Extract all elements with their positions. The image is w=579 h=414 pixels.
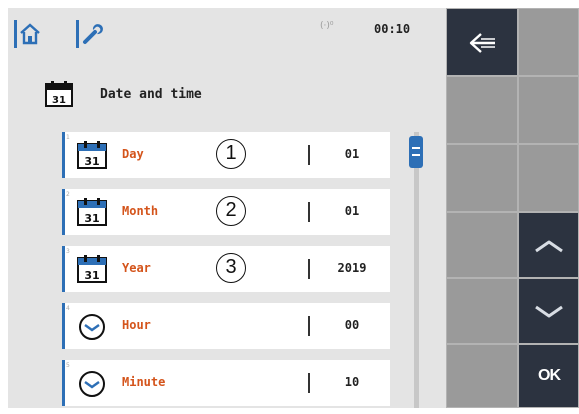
softkey-blank[interactable] [446, 76, 518, 144]
tools-button-accent [76, 20, 79, 48]
softkey-blank[interactable] [446, 344, 518, 408]
row-label: Hour [122, 318, 151, 332]
row-value: 00 [344, 318, 360, 332]
main-panel: (·)⁰ 00:10 31 Date and time 1 31 Day 01 … [8, 8, 446, 408]
softkey-blank[interactable] [518, 144, 579, 212]
row-index: 5 [66, 362, 70, 369]
row-label: Month [122, 204, 159, 218]
row-separator [308, 373, 310, 393]
row-label: Year [122, 261, 151, 275]
page-header: 31 Date and time [44, 80, 344, 110]
list-item-hour[interactable]: 4 Hour 00 [62, 303, 390, 349]
calendar-title-day: 31 [52, 95, 66, 106]
callout-marker-1: 1 [216, 139, 246, 169]
row-index: 3 [66, 248, 70, 255]
scrollbar-track[interactable] [414, 132, 419, 408]
row-index: 2 [66, 191, 70, 198]
svg-text:31: 31 [84, 269, 99, 282]
row-index: 4 [66, 305, 70, 312]
wrench-icon [83, 24, 103, 44]
scroll-down-button[interactable] [518, 278, 579, 344]
row-separator [308, 145, 310, 165]
screen: (·)⁰ 00:10 31 Date and time 1 31 Day 01 … [0, 0, 579, 414]
row-separator [308, 316, 310, 336]
softkey-blank[interactable] [446, 212, 518, 278]
chevron-down-icon [535, 305, 563, 318]
top-bar: (·)⁰ 00:10 [8, 8, 446, 58]
row-separator [308, 202, 310, 222]
row-label: Day [122, 147, 144, 161]
row-index: 1 [66, 134, 70, 141]
row-separator [308, 259, 310, 279]
tools-button[interactable] [76, 20, 104, 48]
row-accent [62, 246, 65, 292]
softkey-blank[interactable] [446, 144, 518, 212]
ok-button[interactable]: OK [518, 344, 579, 408]
list-item-minute[interactable]: 5 Minute 10 [62, 360, 390, 406]
softkey-blank[interactable] [518, 8, 579, 76]
chevron-up-icon [535, 240, 563, 253]
signal-icon: (·)⁰ [320, 21, 334, 31]
calendar-title-icon: 31 [45, 81, 73, 107]
svg-text:31: 31 [84, 212, 99, 225]
clock-time: 00:10 [374, 22, 411, 36]
row-value: 01 [344, 204, 360, 218]
home-icon [20, 23, 40, 45]
row-value: 10 [344, 375, 360, 389]
scroll-up-button[interactable] [518, 212, 579, 278]
back-arrow-icon [469, 33, 495, 53]
home-button-accent [14, 20, 17, 48]
callout-marker-2: 2 [216, 196, 246, 226]
home-button[interactable] [14, 20, 42, 48]
row-accent [62, 303, 65, 349]
page-title: Date and time [100, 87, 202, 102]
softkey-blank[interactable] [446, 278, 518, 344]
row-value: 2019 [337, 261, 367, 275]
calendar-icon: 31 [77, 141, 107, 169]
scroll-grip [412, 154, 420, 156]
row-value: 01 [344, 147, 360, 161]
scrollbar-thumb[interactable] [409, 136, 423, 168]
row-accent [62, 132, 65, 178]
row-accent [62, 360, 65, 406]
side-panel: OK [446, 8, 579, 408]
svg-text:31: 31 [84, 155, 99, 168]
clock-icon [79, 314, 105, 340]
back-button[interactable] [446, 8, 518, 76]
row-accent [62, 189, 65, 235]
calendar-icon: 31 [77, 198, 107, 226]
scroll-grip [412, 147, 420, 149]
calendar-icon: 31 [77, 255, 107, 283]
clock-icon [79, 371, 105, 397]
callout-marker-3: 3 [216, 253, 246, 283]
row-label: Minute [122, 375, 166, 389]
ok-button-label: OK [538, 367, 561, 384]
softkey-blank[interactable] [518, 76, 579, 144]
